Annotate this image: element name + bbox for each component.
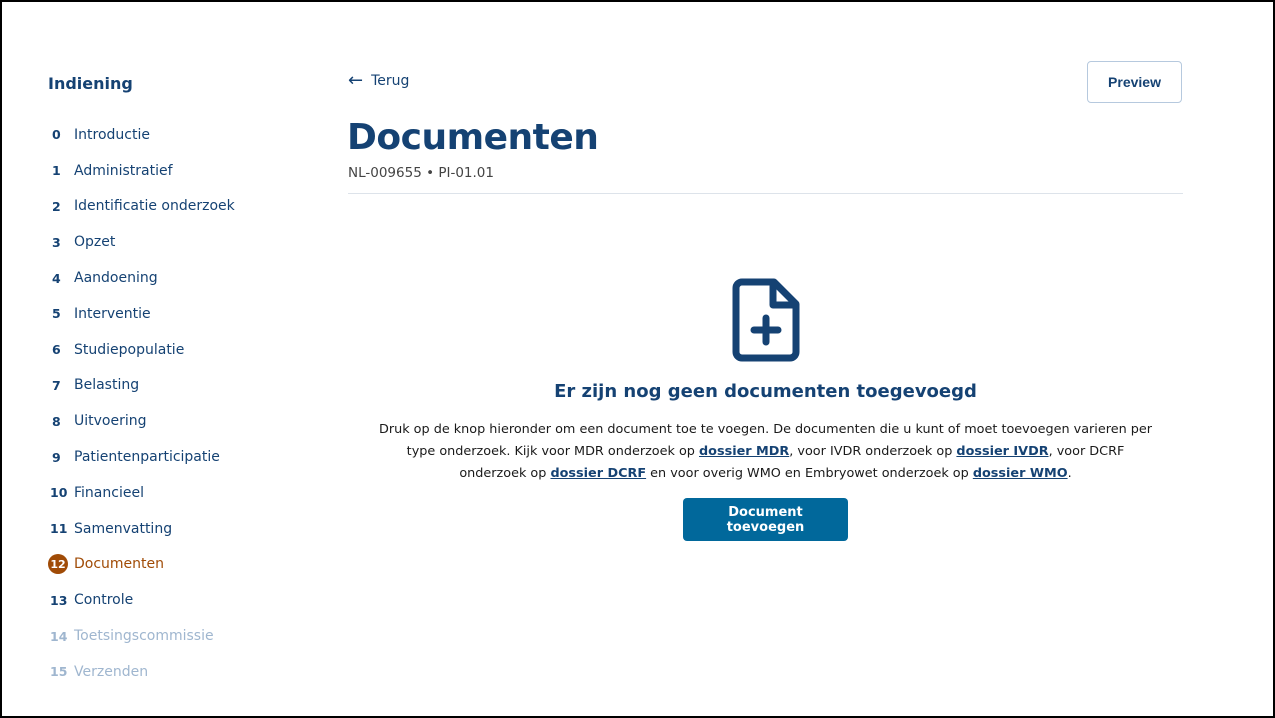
step-verzenden: 15 Verzenden [48, 654, 308, 690]
step-aandoening[interactable]: 4 Aandoening [48, 260, 308, 296]
step-label: Financieel [74, 484, 144, 501]
back-link[interactable]: ← Terug [348, 72, 409, 90]
link-dossier-dcrf[interactable]: dossier DCRF [550, 466, 646, 481]
step-label: Toetsingscommissie [74, 628, 214, 645]
step-label: Controle [74, 592, 134, 609]
step-label: Belasting [74, 377, 140, 394]
page-title: Documenten [347, 117, 599, 158]
link-dossier-ivdr[interactable]: dossier IVDR [956, 444, 1048, 459]
description-text: en voor overig WMO en Embryowet onderzoe… [646, 466, 973, 481]
step-number: 15 [50, 664, 68, 680]
step-belasting[interactable]: 7 Belasting [48, 368, 308, 404]
step-label: Opzet [74, 234, 116, 251]
step-label: Verzenden [74, 663, 149, 680]
step-number: 4 [52, 270, 61, 286]
step-number-badge: 12 [48, 554, 68, 575]
step-interventie[interactable]: 5 Interventie [48, 296, 308, 332]
step-list: 0 Introductie 1 Administratief 2 Identifica… [48, 117, 308, 690]
arrow-left-icon: ← [348, 70, 364, 91]
sidebar: Indiening 0 Introductie 1 Administratief 2… [48, 72, 308, 690]
app-frame: Indiening 0 Introductie 1 Administratief 2… [2, 2, 1273, 716]
empty-state-title: Er zijn nog geen documenten toegevoegd [554, 381, 977, 402]
step-number: 3 [52, 234, 61, 250]
step-number: 7 [52, 377, 61, 393]
step-number: 13 [50, 592, 68, 608]
step-opzet[interactable]: 3 Opzet [48, 224, 308, 260]
step-number: 14 [50, 628, 68, 644]
link-dossier-mdr[interactable]: dossier MDR [699, 444, 789, 459]
step-label: Interventie [74, 305, 151, 322]
step-label: Patientenparticipatie [74, 449, 220, 466]
step-number: 2 [52, 198, 61, 214]
step-number: 6 [52, 342, 61, 358]
step-label: Aandoening [74, 270, 158, 287]
step-number: 9 [52, 449, 61, 465]
step-number: 11 [50, 521, 68, 537]
step-financieel[interactable]: 10 Financieel [48, 475, 308, 511]
step-number: 10 [50, 485, 68, 501]
link-dossier-wmo[interactable]: dossier WMO [973, 466, 1068, 481]
step-number: 8 [52, 413, 61, 429]
step-toetsingscommissie: 14 Toetsingscommissie [48, 618, 308, 654]
step-samenvatting[interactable]: 11 Samenvatting [48, 511, 308, 547]
preview-button[interactable]: Preview [1087, 61, 1182, 103]
step-number: 0 [52, 127, 61, 143]
back-label: Terug [371, 73, 410, 89]
step-label: Administratief [74, 162, 173, 179]
file-plus-icon [730, 278, 802, 366]
step-identificatie-onderzoek[interactable]: 2 Identificatie onderzoek [48, 189, 308, 225]
step-administratief[interactable]: 1 Administratief [48, 153, 308, 189]
step-controle[interactable]: 13 Controle [48, 582, 308, 618]
step-number: 5 [52, 306, 61, 322]
step-label: Studiepopulatie [74, 341, 185, 358]
empty-state-description: Druk op de knop hieronder om een documen… [378, 419, 1153, 485]
step-introductie[interactable]: 0 Introductie [48, 117, 308, 153]
step-label: Introductie [74, 126, 150, 143]
step-label: Samenvatting [74, 520, 173, 537]
step-label: Uitvoering [74, 413, 147, 430]
step-label: Documenten [74, 556, 165, 573]
step-patientenparticipatie[interactable]: 9 Patientenparticipatie [48, 439, 308, 475]
step-uitvoering[interactable]: 8 Uitvoering [48, 403, 308, 439]
step-studiepopulatie[interactable]: 6 Studiepopulatie [48, 332, 308, 368]
description-text: . [1067, 466, 1072, 481]
step-number: 1 [52, 163, 61, 179]
page-subtitle: NL-009655 • PI-01.01 [348, 165, 494, 181]
description-text: , voor IVDR onderzoek op [789, 444, 957, 459]
add-document-button[interactable]: Document toevoegen [683, 498, 848, 541]
header-divider [348, 193, 1183, 194]
sidebar-title: Indiening [48, 74, 133, 93]
step-label: Identificatie onderzoek [74, 198, 235, 215]
step-documenten[interactable]: 12 Documenten [48, 547, 308, 583]
